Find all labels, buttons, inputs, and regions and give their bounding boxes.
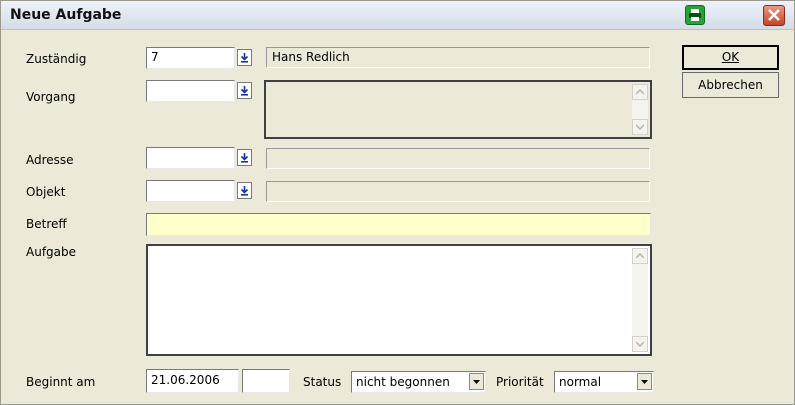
arrow-down-icon xyxy=(240,86,249,96)
chevron-down-icon[interactable] xyxy=(637,373,652,390)
cancel-button-label: Abbrechen xyxy=(698,78,763,92)
vorgang-detail-box xyxy=(264,80,652,139)
status-value: nicht begonnen xyxy=(356,375,450,389)
scroll-down-icon[interactable] xyxy=(632,119,648,135)
aufgabe-scrollbar[interactable] xyxy=(632,248,648,352)
vorgang-lookup-button[interactable] xyxy=(237,82,252,99)
status-select[interactable]: nicht begonnen xyxy=(351,371,486,393)
beginnt-label: Beginnt am xyxy=(26,375,96,389)
printer-icon[interactable] xyxy=(685,5,705,25)
ok-button[interactable]: OK xyxy=(682,45,779,70)
vorgang-input[interactable] xyxy=(146,80,235,102)
zustaendig-name-display: Hans Redlich xyxy=(266,47,650,68)
scroll-up-icon[interactable] xyxy=(632,248,648,264)
adresse-lookup-button[interactable] xyxy=(237,149,252,166)
prioritaet-label: Priorität xyxy=(496,375,544,389)
ok-button-label: OK xyxy=(721,50,740,64)
betreff-input[interactable] xyxy=(146,213,651,236)
betreff-label: Betreff xyxy=(26,217,67,231)
zustaendig-label: Zuständig xyxy=(26,52,87,66)
arrow-down-icon xyxy=(240,53,249,63)
aufgabe-textarea[interactable] xyxy=(146,244,652,356)
close-icon[interactable] xyxy=(763,5,785,26)
chevron-down-icon[interactable] xyxy=(469,373,484,390)
scroll-up-icon[interactable] xyxy=(632,84,648,100)
prioritaet-value: normal xyxy=(559,375,602,389)
status-label: Status xyxy=(303,375,342,389)
beginnt-date-input[interactable]: 21.06.2006 xyxy=(146,369,239,393)
objekt-lookup-button[interactable] xyxy=(237,182,252,199)
adresse-label: Adresse xyxy=(26,153,74,167)
zustaendig-lookup-button[interactable] xyxy=(237,49,252,66)
vorgang-scrollbar[interactable] xyxy=(632,84,648,135)
aufgabe-label: Aufgabe xyxy=(26,245,77,259)
title-bar[interactable]: Neue Aufgabe xyxy=(1,1,794,30)
vorgang-label: Vorgang xyxy=(26,90,76,104)
adresse-display xyxy=(266,148,650,169)
scroll-down-icon[interactable] xyxy=(632,336,648,352)
objekt-input[interactable] xyxy=(146,180,235,202)
objekt-label: Objekt xyxy=(26,185,66,199)
beginnt-time-input[interactable] xyxy=(242,369,290,393)
zustaendig-input[interactable]: 7 xyxy=(146,47,235,69)
arrow-down-icon xyxy=(240,186,249,196)
objekt-display xyxy=(266,181,650,202)
dialog-window: Neue Aufgabe Zuständig 7 Hans Redlich Vo… xyxy=(0,0,795,405)
window-title: Neue Aufgabe xyxy=(10,7,122,23)
adresse-input[interactable] xyxy=(146,147,235,169)
prioritaet-select[interactable]: normal xyxy=(554,371,654,393)
arrow-down-icon xyxy=(240,153,249,163)
cancel-button[interactable]: Abbrechen xyxy=(682,72,779,98)
